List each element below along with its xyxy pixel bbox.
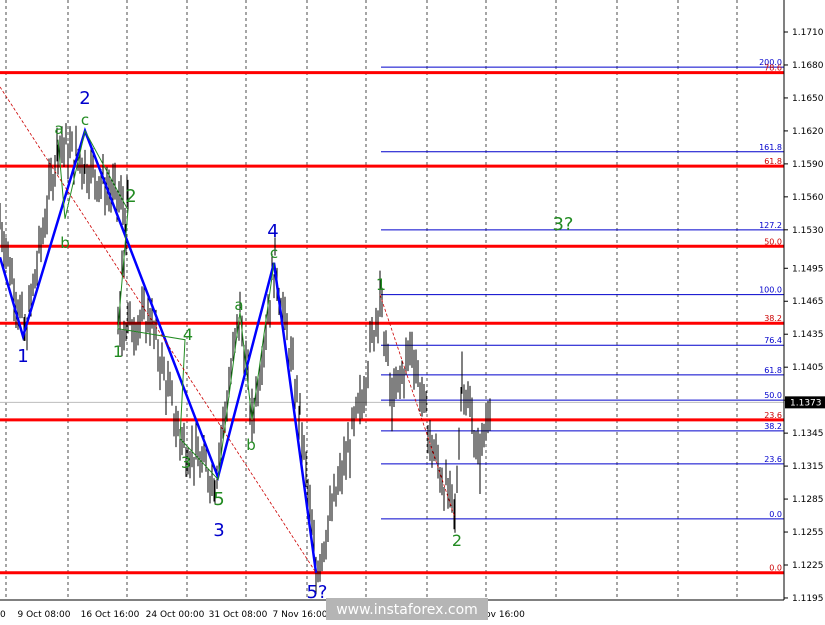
price-tick-label: 1.1620 bbox=[792, 127, 824, 137]
wave-label: b bbox=[246, 436, 256, 454]
fib-label: 0.0 bbox=[769, 510, 782, 519]
price-tick-label: 1.1650 bbox=[792, 94, 824, 104]
fib-label: 38.2 bbox=[764, 314, 782, 323]
price-tick-label: 1.1495 bbox=[792, 264, 824, 274]
fib-label: 0.0 bbox=[769, 564, 782, 573]
time-tick-label: 16 Oct 16:00 bbox=[81, 610, 140, 620]
wave-label: 5 bbox=[213, 489, 224, 510]
fib-label: 61.8 bbox=[764, 366, 782, 375]
current-price-label: 1.1373 bbox=[790, 398, 822, 408]
wave-label: 1 bbox=[113, 342, 123, 361]
wave-label: b bbox=[60, 234, 70, 252]
fib-label: 78.6 bbox=[764, 64, 782, 73]
price-tick-label: 1.1285 bbox=[792, 495, 824, 505]
wave-label: 1 bbox=[376, 275, 386, 294]
fib-label: 161.8 bbox=[759, 143, 782, 152]
wave-label: 2 bbox=[125, 186, 136, 207]
wave-label: 2 bbox=[452, 531, 462, 550]
wave-label: 3 bbox=[213, 520, 224, 541]
wave-label: 4 bbox=[267, 221, 278, 242]
price-tick-label: 1.1345 bbox=[792, 429, 824, 439]
fib-label: 50.0 bbox=[764, 391, 782, 400]
wave-label: c bbox=[270, 244, 278, 262]
plot-area bbox=[0, 0, 784, 600]
price-tick-label: 1.1710 bbox=[792, 28, 824, 38]
watermark-text: www.instaforex.com bbox=[336, 602, 478, 618]
price-tick-label: 1.1225 bbox=[792, 561, 824, 571]
wave-label: 3 bbox=[181, 453, 191, 472]
price-tick-label: 1.1465 bbox=[792, 297, 824, 307]
price-tick-label: 1.1590 bbox=[792, 160, 824, 170]
time-tick-label: 7 Nov 16:00 bbox=[273, 610, 328, 620]
time-tick-label: 0 bbox=[0, 610, 6, 620]
price-tick-label: 1.1195 bbox=[792, 594, 824, 604]
fib-label: 127.2 bbox=[759, 221, 782, 230]
watermark: www.instaforex.com bbox=[326, 598, 488, 620]
price-tick-label: 1.1435 bbox=[792, 330, 824, 340]
wave-label: a bbox=[234, 296, 243, 314]
price-axis: 1.1710 1.1680 1.1650 1.1620 1.1590 1.1560 1.15… bbox=[784, 28, 825, 604]
wave-label: 3? bbox=[552, 214, 573, 235]
price-tick-label: 1.1560 bbox=[792, 193, 824, 203]
wave-label: 1 bbox=[17, 346, 28, 367]
fib-label: 76.4 bbox=[764, 336, 782, 345]
fib-label: 50.0 bbox=[764, 237, 782, 246]
price-tick-label: 1.1255 bbox=[792, 528, 824, 538]
price-tick-label: 1.1680 bbox=[792, 61, 824, 71]
fib-label: 100.0 bbox=[759, 286, 782, 295]
fib-label: 61.8 bbox=[764, 157, 782, 166]
price-tick-label: 1.1405 bbox=[792, 363, 824, 373]
wave-label: a bbox=[54, 120, 63, 138]
time-tick-label: 24 Oct 00:00 bbox=[146, 610, 205, 620]
price-tick-label: 1.1530 bbox=[792, 226, 824, 236]
time-tick-label: ov 16:00 bbox=[485, 610, 525, 620]
fib-label: 38.2 bbox=[764, 422, 782, 431]
time-tick-label: 9 Oct 08:00 bbox=[18, 610, 71, 620]
time-tick-label: 31 Oct 08:00 bbox=[209, 610, 268, 620]
wave-label: 2 bbox=[79, 88, 90, 109]
chart-svg: 200.078.6161.861.8127.250.0100.038.276.4… bbox=[0, 0, 825, 620]
wave-label: 4 bbox=[183, 325, 193, 344]
fib-label: 23.6 bbox=[764, 455, 782, 464]
fib-label: 23.6 bbox=[764, 411, 782, 420]
wave-label: c bbox=[81, 111, 89, 129]
price-tick-label: 1.1315 bbox=[792, 462, 824, 472]
chart: 200.0 78.6 161.8 61.8 127.2 50.0 100.0 38.2 76.4… bbox=[0, 0, 825, 625]
